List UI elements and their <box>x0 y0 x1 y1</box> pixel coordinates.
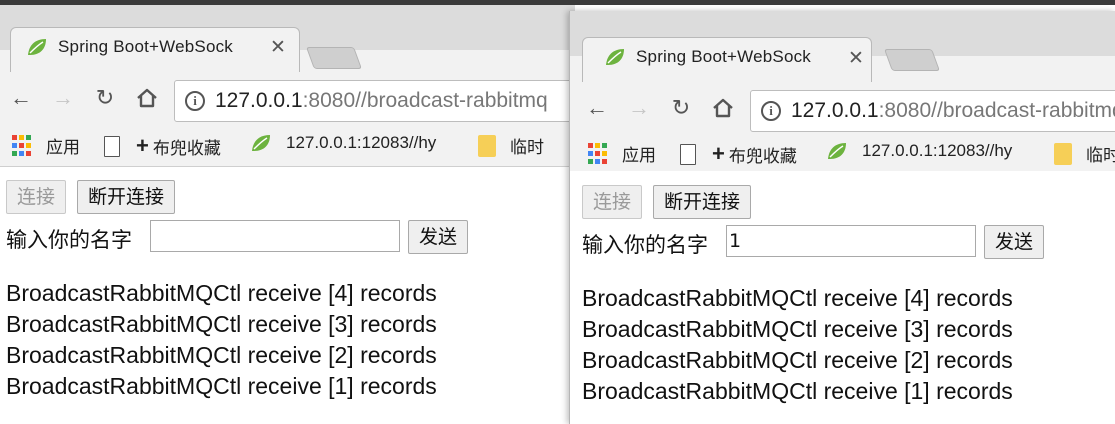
bookmark-label: 127.0.0.1:12083//hy <box>862 141 1013 160</box>
bookmark-label: 临时 <box>1086 146 1115 165</box>
folder-icon <box>1054 142 1072 165</box>
reload-icon[interactable]: ↻ <box>92 86 118 110</box>
new-tab-button[interactable] <box>883 49 941 71</box>
tab-content: Spring Boot+WebSock <box>26 35 258 59</box>
tab-content: Spring Boot+WebSock <box>604 45 836 69</box>
tab-title: Spring Boot+WebSock <box>58 37 234 56</box>
record-line: BroadcastRabbitMQCtl receive [3] records <box>6 311 437 337</box>
back-arrow-icon[interactable]: ← <box>584 96 610 120</box>
bookmark-label: 布兜收藏 <box>152 138 221 158</box>
bookmark-label: 临时 <box>510 138 544 157</box>
disconnect-button[interactable]: 断开连接 <box>653 185 752 219</box>
bookmark-add[interactable]: + 布兜收藏 <box>680 141 797 167</box>
spring-leaf-icon <box>606 49 624 65</box>
address-bar[interactable]: i 127.0.0.1:8080//broadcast-rabbitmq <box>174 80 575 122</box>
disconnect-button[interactable]: 断开连接 <box>77 180 176 214</box>
forward-arrow-icon[interactable]: → <box>626 96 652 120</box>
bookmark-add[interactable]: + 布兜收藏 <box>104 133 221 159</box>
name-label: 输入你的名字 <box>582 233 708 257</box>
browser-chrome: Spring Boot+WebSock ✕ ← → ↻ i 127.0.0.1:… <box>570 11 1115 171</box>
close-icon[interactable]: ✕ <box>848 47 864 70</box>
records-list: BroadcastRabbitMQCtl receive [4] records… <box>6 278 437 402</box>
spring-leaf-icon <box>828 143 846 159</box>
record-line: BroadcastRabbitMQCtl receive [4] records <box>582 285 1013 311</box>
page-icon <box>680 143 696 165</box>
record-line: BroadcastRabbitMQCtl receive [3] records <box>582 316 1013 342</box>
send-button[interactable]: 发送 <box>408 220 469 254</box>
bookmarks-bar: 应用 + 布兜收藏 127.0.0.1:12083//hy 临时 <box>0 127 575 163</box>
tab-strip: Spring Boot+WebSock ✕ <box>0 5 575 72</box>
send-button[interactable]: 发送 <box>984 225 1045 259</box>
name-label: 输入你的名字 <box>6 228 132 252</box>
connect-button[interactable]: 连接 <box>6 180 67 214</box>
bookmark-apps[interactable]: 应用 <box>588 141 656 166</box>
bookmark-label: 127.0.0.1:12083//hy <box>286 133 437 152</box>
back-arrow-icon[interactable]: ← <box>8 86 34 110</box>
bookmarks-bar: 应用 + 布兜收藏 127.0.0.1:12083//hy 临时 <box>570 135 1115 171</box>
name-input[interactable] <box>150 220 400 252</box>
address-bar[interactable]: i 127.0.0.1:8080//broadcast-rabbitmq <box>750 90 1115 132</box>
bookmark-site[interactable]: 127.0.0.1:12083//hy <box>826 141 1012 161</box>
record-line: BroadcastRabbitMQCtl receive [4] records <box>6 280 437 306</box>
info-icon[interactable]: i <box>185 91 205 111</box>
browser-window-left: Spring Boot+WebSock ✕ ← → ↻ i 127.0.0.1:… <box>0 5 575 424</box>
record-line: BroadcastRabbitMQCtl receive [1] records <box>6 373 437 399</box>
close-icon[interactable]: ✕ <box>270 36 286 59</box>
bookmark-label: 布兜收藏 <box>728 146 797 166</box>
tab-strip: Spring Boot+WebSock ✕ <box>570 11 1115 82</box>
record-line: BroadcastRabbitMQCtl receive [1] records <box>582 378 1013 404</box>
records-list: BroadcastRabbitMQCtl receive [4] records… <box>582 283 1013 407</box>
page-icon <box>104 135 120 157</box>
bookmark-site[interactable]: 127.0.0.1:12083//hy <box>250 133 436 153</box>
home-icon[interactable] <box>710 96 736 120</box>
connect-button[interactable]: 连接 <box>582 185 643 219</box>
tab-title: Spring Boot+WebSock <box>636 47 812 66</box>
browser-window-right: Spring Boot+WebSock ✕ ← → ↻ i 127.0.0.1:… <box>569 11 1115 424</box>
bookmark-label: 应用 <box>622 146 656 165</box>
browser-chrome: Spring Boot+WebSock ✕ ← → ↻ i 127.0.0.1:… <box>0 5 575 167</box>
info-icon[interactable]: i <box>761 101 781 121</box>
bookmark-apps[interactable]: 应用 <box>12 133 80 158</box>
folder-icon <box>478 134 496 157</box>
apps-grid-icon <box>588 142 610 165</box>
url-text: 127.0.0.1:8080//broadcast-rabbitmq <box>215 89 548 112</box>
record-line: BroadcastRabbitMQCtl receive [2] records <box>582 347 1013 373</box>
bookmark-label: 应用 <box>46 138 80 157</box>
spring-leaf-icon <box>252 135 270 151</box>
forward-arrow-icon[interactable]: → <box>50 86 76 110</box>
spring-leaf-icon <box>28 39 46 55</box>
navigation-bar: ← → ↻ i 127.0.0.1:8080//broadcast-rabbit… <box>0 72 575 122</box>
bookmark-folder[interactable]: 临时 <box>478 133 544 158</box>
reload-icon[interactable]: ↻ <box>668 96 694 120</box>
name-input[interactable] <box>726 225 976 257</box>
record-line: BroadcastRabbitMQCtl receive [2] records <box>6 342 437 368</box>
url-text: 127.0.0.1:8080//broadcast-rabbitmq <box>791 99 1115 122</box>
plus-icon: + <box>712 141 725 166</box>
new-tab-button[interactable] <box>305 47 363 69</box>
navigation-bar: ← → ↻ i 127.0.0.1:8080//broadcast-rabbit… <box>570 82 1115 132</box>
apps-grid-icon <box>12 134 34 157</box>
home-icon[interactable] <box>134 86 160 110</box>
plus-icon: + <box>136 133 149 158</box>
bookmark-folder[interactable]: 临时 <box>1054 141 1115 166</box>
